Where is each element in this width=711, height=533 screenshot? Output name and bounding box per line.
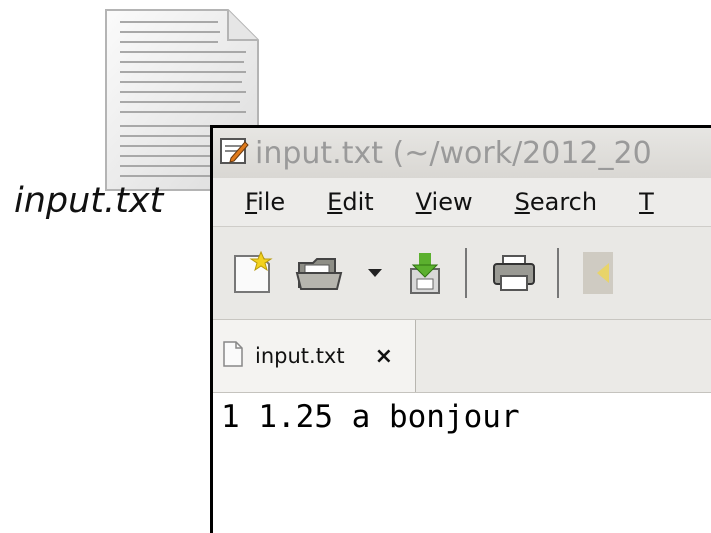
tab-input-txt[interactable]: input.txt × xyxy=(213,320,417,392)
tab-label: input.txt xyxy=(255,344,345,368)
menu-tools[interactable]: T xyxy=(639,188,654,216)
menu-file[interactable]: File xyxy=(245,188,285,216)
toolbar xyxy=(213,227,711,320)
title-bar[interactable]: input.txt (~/work/2012_20 xyxy=(213,128,711,178)
menu-search[interactable]: Search xyxy=(515,188,597,216)
save-icon[interactable] xyxy=(405,249,445,297)
tab-bar: input.txt × xyxy=(213,320,711,393)
close-icon[interactable]: × xyxy=(375,344,393,369)
clipped-toolbar-icon[interactable] xyxy=(583,250,613,296)
menu-edit[interactable]: Edit xyxy=(327,188,373,216)
toolbar-separator xyxy=(557,248,559,298)
menu-view[interactable]: View xyxy=(416,188,473,216)
desktop-file-label[interactable]: input.txt xyxy=(14,181,163,221)
dropdown-arrow-icon[interactable] xyxy=(365,266,385,280)
open-folder-icon[interactable] xyxy=(295,253,345,293)
text-editor-area[interactable]: 1 1.25 a bonjour xyxy=(213,393,711,441)
new-document-icon[interactable] xyxy=(231,250,275,296)
menu-bar: File Edit View Search T xyxy=(213,178,711,227)
print-icon[interactable] xyxy=(491,252,537,294)
app-edit-icon xyxy=(219,136,249,170)
toolbar-separator xyxy=(465,248,467,298)
editor-window: input.txt (~/work/2012_20 File Edit View… xyxy=(210,125,711,533)
window-title: input.txt (~/work/2012_20 xyxy=(255,135,652,171)
document-icon xyxy=(223,341,243,371)
